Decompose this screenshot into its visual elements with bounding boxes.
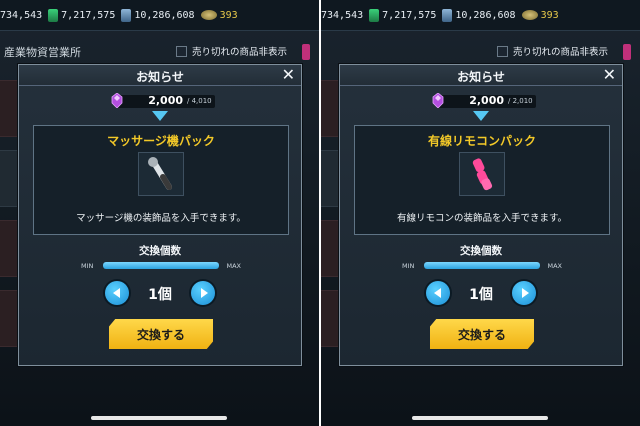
- cost-display: 2,000 / 2,010: [340, 93, 622, 109]
- resource-1-value: 734,543: [321, 9, 364, 21]
- shop-title: 産業物資営業所: [4, 46, 81, 59]
- hide-soldout-toggle[interactable]: 売り切れの商品非表示: [176, 44, 287, 58]
- slider-min-label: MIN: [402, 262, 415, 270]
- quantity-value: 1個: [148, 287, 172, 303]
- hide-soldout-label: 売り切れの商品非表示: [513, 47, 609, 58]
- chevron-right-icon: [522, 288, 529, 298]
- chevron-left-icon: [434, 288, 441, 298]
- gold-icon: [521, 10, 538, 20]
- quantity-value: 1個: [469, 287, 493, 303]
- dialog-header: お知らせ ✕: [340, 65, 622, 86]
- dialog-header: お知らせ ✕: [19, 65, 301, 86]
- item-description: 有線リモコンの装飾品を入手できます。: [396, 213, 568, 224]
- item-panel: 有線リモコンパック 有線リモコンの装飾品を入手できます。: [354, 125, 610, 235]
- cost-owned: / 4,010: [187, 97, 212, 105]
- item-name: 有線リモコンパック: [427, 134, 536, 148]
- home-indicator[interactable]: [412, 416, 548, 420]
- checkbox[interactable]: [176, 45, 187, 57]
- quantity-label: 交換個数: [139, 245, 181, 257]
- resource-3-value: 10,286,608: [134, 9, 195, 21]
- decrease-button[interactable]: [426, 281, 450, 305]
- quantity-stepper: 1個: [426, 281, 536, 305]
- cost-display: 2,000 / 4,010: [19, 93, 301, 109]
- right-screenshot: 734,543 7,217,575 10,286,608 393 売り切れの商品…: [321, 0, 640, 426]
- increase-button[interactable]: [191, 281, 215, 305]
- resource-3: 10,286,608: [442, 8, 516, 22]
- cost-value: 2,000: [469, 94, 504, 107]
- resource-4: 393: [521, 9, 559, 21]
- fuel-icon: [48, 8, 59, 22]
- remote-control-icon: [472, 158, 493, 191]
- item-image: [459, 152, 505, 196]
- purple-gem-icon: [111, 93, 123, 108]
- item-name: マッサージ機パック: [107, 134, 215, 148]
- quantity-slider[interactable]: MIN MAX: [402, 261, 562, 271]
- decrease-button[interactable]: [105, 281, 129, 305]
- resource-4-value: 393: [540, 9, 559, 21]
- chevron-left-icon: [113, 288, 120, 298]
- purple-gem-icon: [432, 93, 444, 108]
- dialog-title: お知らせ: [136, 70, 184, 84]
- gold-icon: [200, 10, 217, 20]
- resource-1: 734,543: [0, 10, 42, 21]
- slider-min-label: MIN: [81, 262, 94, 270]
- quantity-label: 交換個数: [460, 245, 502, 257]
- resource-2: 7,217,575: [48, 8, 116, 22]
- slider-track[interactable]: [103, 262, 219, 269]
- cost-owned: / 2,010: [508, 97, 533, 105]
- item-image: [138, 152, 184, 196]
- slider-fill: [103, 262, 219, 269]
- resource-2: 7,217,575: [369, 8, 437, 22]
- increase-button[interactable]: [512, 281, 536, 305]
- resource-4-value: 393: [219, 9, 238, 21]
- pink-marker: [302, 44, 310, 60]
- dialog-title: お知らせ: [457, 70, 505, 84]
- item-description: マッサージ機の装飾品を入手できます。: [76, 213, 246, 224]
- close-icon[interactable]: ✕: [603, 65, 616, 85]
- exchange-button-label: 交換する: [136, 328, 185, 342]
- checkbox[interactable]: [497, 45, 508, 57]
- hide-soldout-toggle[interactable]: 売り切れの商品非表示: [497, 44, 608, 58]
- exchange-button[interactable]: 交換する: [430, 319, 534, 349]
- resource-2-value: 7,217,575: [382, 9, 437, 21]
- arrow-down-icon: [473, 111, 489, 121]
- slider-max-label: MAX: [226, 262, 241, 270]
- exchange-button[interactable]: 交換する: [109, 319, 213, 349]
- resource-3-value: 10,286,608: [455, 9, 516, 21]
- exchange-button-label: 交換する: [457, 328, 506, 342]
- chevron-right-icon: [201, 288, 208, 298]
- slider-fill: [424, 262, 540, 269]
- close-icon[interactable]: ✕: [282, 65, 295, 85]
- slider-max-label: MAX: [547, 262, 562, 270]
- resource-4: 393: [200, 9, 238, 21]
- pink-marker: [623, 44, 631, 60]
- home-indicator[interactable]: [91, 416, 227, 420]
- slider-track[interactable]: [424, 262, 540, 269]
- resource-1-value: 734,543: [0, 9, 43, 21]
- notice-dialog: お知らせ ✕ 2,000 / 4,010 マッサージ機パック マッサージ機の装飾…: [18, 64, 302, 366]
- left-screenshot: 734,543 7,217,575 10,286,608 393 産業物資営業所…: [0, 0, 319, 426]
- cost-value: 2,000: [148, 94, 183, 107]
- notice-dialog: お知らせ ✕ 2,000 / 2,010 有線リモコンパック 有線リモコンの装飾…: [339, 64, 623, 366]
- item-panel: マッサージ機パック マッサージ機の装飾品を入手できます。: [33, 125, 289, 235]
- resource-bar: 734,543 7,217,575 10,286,608 393: [321, 0, 640, 31]
- resource-2-value: 7,217,575: [61, 9, 116, 21]
- steel-icon: [121, 8, 132, 22]
- hide-soldout-label: 売り切れの商品非表示: [192, 47, 288, 58]
- resource-1: 734,543: [321, 10, 363, 21]
- quantity-stepper: 1個: [105, 281, 215, 305]
- resource-bar: 734,543 7,217,575 10,286,608 393: [0, 0, 319, 31]
- fuel-icon: [369, 8, 380, 22]
- quantity-slider[interactable]: MIN MAX: [81, 261, 241, 271]
- resource-3: 10,286,608: [121, 8, 195, 22]
- steel-icon: [442, 8, 453, 22]
- massager-icon: [148, 157, 172, 190]
- arrow-down-icon: [152, 111, 168, 121]
- screen: 734,543 7,217,575 10,286,608 393 産業物資営業所…: [0, 0, 640, 426]
